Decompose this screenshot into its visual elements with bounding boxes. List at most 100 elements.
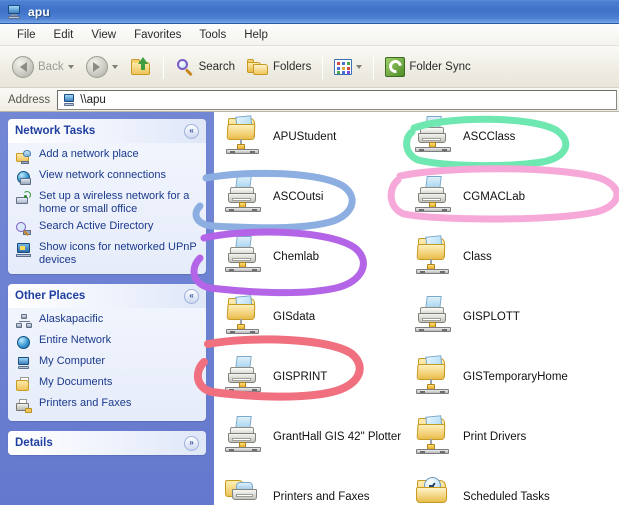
menu-edit[interactable]: Edit bbox=[45, 27, 83, 43]
place-label: My Computer bbox=[39, 355, 106, 367]
menu-help[interactable]: Help bbox=[235, 27, 277, 43]
place-printers-and-faxes[interactable]: Printers and Faxes bbox=[16, 397, 198, 414]
panel-network-tasks-header[interactable]: Network Tasks « bbox=[8, 119, 206, 143]
place-my-documents[interactable]: My Documents bbox=[16, 376, 198, 393]
place-label: Entire Network bbox=[39, 334, 112, 346]
address-input[interactable]: \\apu bbox=[57, 89, 617, 110]
chevron-down-icon bbox=[67, 64, 74, 69]
list-item-label: GrantHall GIS 42" Plotter bbox=[273, 431, 402, 443]
task-label: Add a network place bbox=[39, 148, 139, 160]
folders-button-label: Folders bbox=[273, 60, 312, 73]
folders-button[interactable]: Folders bbox=[241, 51, 317, 83]
address-label: Address bbox=[8, 93, 51, 106]
network-folder-icon bbox=[414, 355, 454, 398]
network-printer-icon bbox=[224, 236, 264, 278]
body-area: Network Tasks « Add a network place View… bbox=[0, 112, 619, 505]
network-printer-icon bbox=[414, 116, 454, 158]
list-item-label: GISTemporaryHome bbox=[463, 371, 568, 383]
file-list[interactable]: APUStudent ASCOutsi Chemlab GISdata GISP… bbox=[214, 112, 619, 505]
network-printer-icon bbox=[224, 176, 264, 218]
list-item[interactable]: GISdata bbox=[224, 295, 315, 339]
place-my-computer[interactable]: My Computer bbox=[16, 355, 198, 372]
computer-icon bbox=[62, 93, 76, 107]
printers-and-faxes-icon bbox=[16, 398, 33, 414]
place-label: Alaskapacific bbox=[39, 313, 104, 325]
task-label: View network connections bbox=[39, 169, 166, 181]
list-item[interactable]: CGMACLab bbox=[414, 175, 525, 219]
menu-view[interactable]: View bbox=[82, 27, 125, 43]
my-documents-icon bbox=[16, 377, 33, 393]
menu-tools[interactable]: Tools bbox=[190, 27, 235, 43]
task-view-network-connections[interactable]: View network connections bbox=[16, 169, 198, 186]
forward-button[interactable] bbox=[80, 51, 124, 83]
forward-arrow-icon bbox=[85, 55, 108, 78]
views-grid-icon bbox=[334, 58, 353, 75]
list-item[interactable]: GISPLOTT bbox=[414, 295, 520, 339]
folder-sync-label: Folder Sync bbox=[409, 60, 471, 73]
toolbar-separator bbox=[322, 54, 324, 79]
chevron-down-icon[interactable]: » bbox=[184, 435, 199, 451]
chevron-down-icon bbox=[111, 64, 118, 69]
list-item-label: APUStudent bbox=[273, 131, 337, 143]
panel-title: Other Places bbox=[15, 290, 86, 302]
search-active-directory-icon bbox=[16, 221, 33, 237]
list-item[interactable]: ASCOutsi bbox=[224, 175, 324, 219]
chevron-up-icon[interactable]: « bbox=[184, 288, 199, 304]
task-show-upnp-devices[interactable]: Show icons for networked UPnP devices bbox=[16, 241, 198, 267]
panel-title: Network Tasks bbox=[15, 125, 96, 137]
up-button[interactable] bbox=[124, 51, 158, 83]
network-folder-icon bbox=[224, 295, 264, 338]
folder-sync-button[interactable]: Folder Sync bbox=[379, 51, 476, 83]
folder-sync-icon bbox=[385, 56, 406, 77]
chevron-up-icon[interactable]: « bbox=[184, 123, 199, 139]
list-item[interactable]: GISPRINT bbox=[224, 355, 327, 399]
list-item[interactable]: Class bbox=[414, 235, 492, 279]
upnp-devices-icon bbox=[16, 242, 33, 258]
network-folder-icon bbox=[414, 415, 454, 458]
printers-folder-icon bbox=[224, 476, 264, 505]
add-network-place-icon bbox=[16, 149, 33, 165]
explorer-window: apu File Edit View Favorites Tools Help … bbox=[0, 0, 619, 505]
panel-other-places: Other Places « Alaskapacific Entire Netw… bbox=[8, 284, 206, 421]
scheduled-tasks-icon bbox=[414, 476, 454, 505]
network-folder-icon bbox=[414, 235, 454, 278]
list-item[interactable]: GrantHall GIS 42" Plotter bbox=[224, 415, 401, 459]
network-domain-icon bbox=[16, 314, 33, 330]
menu-file[interactable]: File bbox=[8, 27, 45, 43]
place-alaskapacific[interactable]: Alaskapacific bbox=[16, 313, 198, 330]
task-setup-wireless-network[interactable]: Set up a wireless network for a home or … bbox=[16, 190, 198, 216]
panel-other-places-header[interactable]: Other Places « bbox=[8, 284, 206, 308]
folders-icon bbox=[247, 58, 269, 76]
task-search-active-directory[interactable]: Search Active Directory bbox=[16, 220, 198, 237]
list-item[interactable]: Chemlab bbox=[224, 235, 319, 279]
network-connections-icon bbox=[16, 170, 33, 186]
list-item-label: GISPLOTT bbox=[463, 311, 520, 323]
views-button[interactable] bbox=[328, 51, 368, 83]
list-item-label: Printers and Faxes bbox=[273, 491, 370, 503]
chevron-down-icon bbox=[356, 64, 363, 69]
list-item-label: GISdata bbox=[273, 311, 316, 323]
task-add-network-place[interactable]: Add a network place bbox=[16, 148, 198, 165]
place-label: My Documents bbox=[39, 376, 113, 388]
computer-icon bbox=[6, 4, 22, 20]
search-button[interactable]: Search bbox=[169, 51, 241, 83]
list-item[interactable]: GISTemporaryHome bbox=[414, 355, 568, 399]
back-button[interactable]: Back bbox=[6, 51, 80, 83]
place-label: Printers and Faxes bbox=[39, 397, 132, 409]
menu-favorites[interactable]: Favorites bbox=[125, 27, 190, 43]
toolbar-separator bbox=[373, 54, 375, 79]
address-bar: Address \\apu bbox=[0, 88, 619, 112]
list-item[interactable]: Scheduled Tasks bbox=[414, 475, 550, 505]
list-item[interactable]: APUStudent bbox=[224, 115, 336, 159]
list-item[interactable]: Print Drivers bbox=[414, 415, 526, 459]
panel-details-header[interactable]: Details » bbox=[8, 431, 206, 455]
panel-other-places-body: Alaskapacific Entire Network My Computer bbox=[8, 308, 206, 421]
list-item[interactable]: ASCClass bbox=[414, 115, 515, 159]
menu-bar: File Edit View Favorites Tools Help bbox=[0, 24, 619, 46]
network-printer-icon bbox=[414, 296, 454, 338]
task-label: Search Active Directory bbox=[39, 220, 154, 232]
place-entire-network[interactable]: Entire Network bbox=[16, 334, 198, 351]
search-icon bbox=[175, 57, 195, 77]
list-item[interactable]: Printers and Faxes bbox=[224, 475, 370, 505]
list-item-label: Scheduled Tasks bbox=[463, 491, 550, 503]
